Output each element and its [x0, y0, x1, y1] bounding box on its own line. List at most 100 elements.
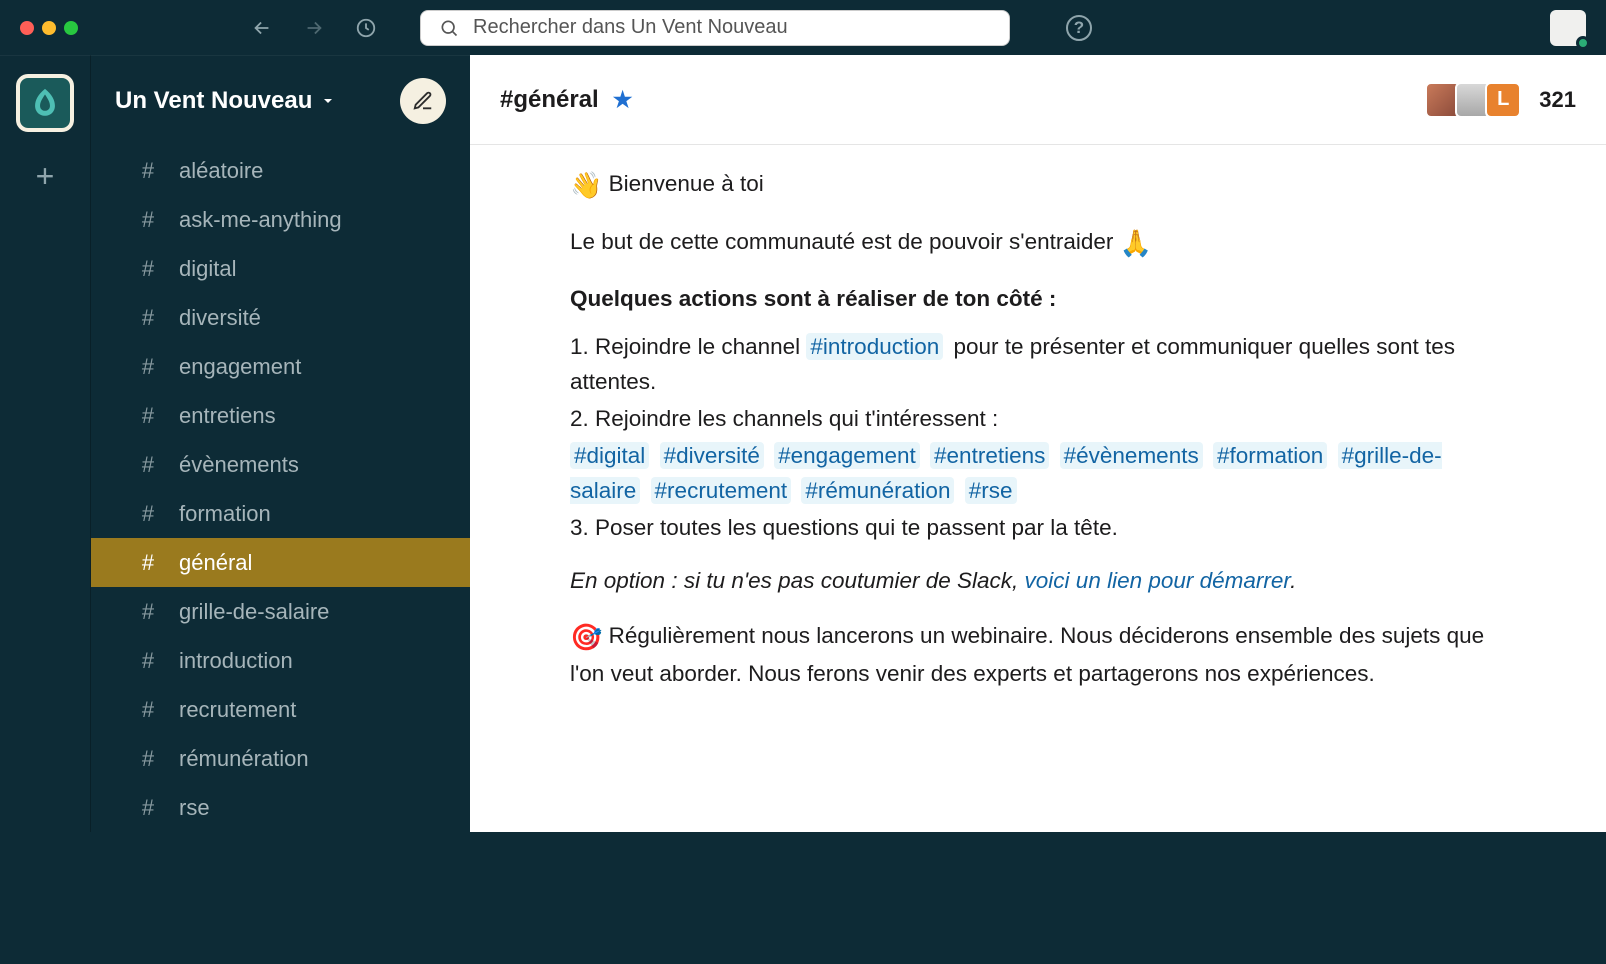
channel-label: entretiens [179, 403, 276, 429]
channel-mention[interactable]: #introduction [806, 333, 943, 360]
channel-mention[interactable]: #engagement [774, 442, 920, 469]
message-line: Le but de cette communauté est de pouvoi… [570, 223, 1486, 263]
channel-label: grille-de-salaire [179, 599, 329, 625]
channel-mention-row: #digital #diversité #engagement #entreti… [570, 439, 1486, 509]
channel-label: digital [179, 256, 236, 282]
hash-icon: # [139, 550, 157, 576]
add-workspace-button[interactable]: + [36, 160, 55, 192]
sidebar-channel-aleatoire[interactable]: # aléatoire [91, 146, 470, 195]
channel-label: rémunération [179, 746, 309, 772]
workspace-icon[interactable] [16, 74, 74, 132]
top-toolbar: Rechercher dans Un Vent Nouveau ? [0, 0, 1606, 55]
compose-icon [412, 90, 434, 112]
hash-icon: # [139, 305, 157, 331]
sidebar-channel-ask-me-anything[interactable]: #ask-me-anything [91, 195, 470, 244]
channel-mention[interactable]: #rémunération [801, 477, 954, 504]
presence-indicator-icon [1576, 36, 1590, 50]
message-list-item: 1. Rejoindre le channel #introduction po… [570, 330, 1486, 400]
arrow-left-icon [251, 17, 273, 39]
message-heading: Quelques actions sont à réaliser de ton … [570, 282, 1486, 317]
user-avatar[interactable] [1550, 10, 1586, 46]
maximize-window-icon[interactable] [64, 21, 78, 35]
minimize-window-icon[interactable] [42, 21, 56, 35]
channel-mention[interactable]: #diversité [660, 442, 764, 469]
channel-title: #général [500, 86, 599, 114]
workspace-header: Un Vent Nouveau [91, 56, 470, 146]
hash-icon: # [139, 158, 157, 184]
star-icon[interactable]: ★ [613, 87, 633, 113]
message-line: 👋 Bienvenue à toi [570, 165, 1486, 205]
hash-icon: # [139, 354, 157, 380]
channel-mention[interactable]: #formation [1213, 442, 1327, 469]
help-button[interactable]: ? [1066, 15, 1092, 41]
channel-label: général [179, 550, 252, 576]
hash-icon: # [139, 403, 157, 429]
link[interactable]: voici un lien pour démarrer [1025, 568, 1291, 593]
search-input[interactable]: Rechercher dans Un Vent Nouveau [420, 10, 1010, 46]
channel-mention[interactable]: #entretiens [930, 442, 1049, 469]
channel-label: introduction [179, 648, 293, 674]
sidebar-channel-general[interactable]: # général [91, 538, 470, 587]
sidebar-channel-entretiens[interactable]: # entretiens [91, 391, 470, 440]
target-emoji-icon: 🎯 [570, 617, 602, 657]
history-button[interactable] [348, 10, 384, 46]
workspace-name: Un Vent Nouveau [115, 87, 312, 115]
sidebar-channel-evenements[interactable]: # évènements [91, 440, 470, 489]
message-list-item: 3. Poser toutes les questions qui te pas… [570, 511, 1486, 546]
channel-label: formation [179, 501, 271, 527]
chevron-down-icon [320, 93, 336, 109]
message-list-item: 2. Rejoindre les channels qui t'intéress… [570, 402, 1486, 437]
hash-icon: # [139, 795, 157, 821]
sidebar-channel-introduction[interactable]: # introduction [91, 636, 470, 685]
message-line: En option : si tu n'es pas coutumier de … [570, 564, 1486, 599]
search-placeholder: Rechercher dans Un Vent Nouveau [473, 16, 788, 39]
channel-label: rse [179, 795, 210, 821]
hash-icon: # [139, 452, 157, 478]
sidebar-channel-digital[interactable]: # digital [91, 244, 470, 293]
workspace-rail: + [0, 55, 90, 832]
sidebar-channel-engagement[interactable]: #engagement [91, 342, 470, 391]
channel-title-wrap[interactable]: #général ★ [500, 86, 632, 114]
channel-mention[interactable]: #évènements [1060, 442, 1203, 469]
sidebar-channel-formation[interactable]: # formation [91, 489, 470, 538]
close-window-icon[interactable] [20, 21, 34, 35]
member-avatar-stack[interactable]: L [1425, 82, 1521, 118]
channel-label: recrutement [179, 697, 296, 723]
workspace-switcher[interactable]: Un Vent Nouveau [115, 87, 336, 115]
message-line: 🎯 Régulièrement nous lancerons un webina… [570, 617, 1486, 692]
hash-icon: # [139, 648, 157, 674]
search-icon [439, 18, 459, 38]
sidebar-channel-recrutement[interactable]: # recrutement [91, 685, 470, 734]
hash-icon: # [139, 256, 157, 282]
channel-label: aléatoire [179, 158, 263, 184]
message-list: 👋 Bienvenue à toi Le but de cette commun… [470, 145, 1606, 832]
clock-icon [355, 17, 377, 39]
wave-emoji-icon: 👋 [570, 165, 602, 205]
back-button[interactable] [244, 10, 280, 46]
channel-label: diversité [179, 305, 261, 331]
sidebar-channel-remuneration[interactable]: # rémunération [91, 734, 470, 783]
channel-label: évènements [179, 452, 299, 478]
hash-icon: # [139, 501, 157, 527]
hash-icon: # [139, 599, 157, 625]
sidebar-channel-rse[interactable]: # rse [91, 783, 470, 832]
member-count: 321 [1539, 87, 1576, 113]
channel-mention[interactable]: #rse [965, 477, 1017, 504]
channel-list: #aléatoire#ask-me-anything#digital#diver… [91, 146, 470, 832]
hash-icon: # [139, 697, 157, 723]
channel-label: ask-me-anything [179, 207, 342, 233]
pray-emoji-icon: 🙏 [1120, 223, 1152, 263]
forward-button[interactable] [296, 10, 332, 46]
sidebar: Un Vent Nouveau #aléatoire#ask-me-anythi… [90, 55, 470, 832]
channel-mention[interactable]: #digital [570, 442, 649, 469]
compose-button[interactable] [400, 78, 446, 124]
member-avatar: L [1485, 82, 1521, 118]
sidebar-channel-diversite[interactable]: # diversité [91, 293, 470, 342]
channel-mention[interactable]: #recrutement [651, 477, 792, 504]
content-pane: #général ★ L 321 👋 Bienvenue à toi [470, 55, 1606, 832]
sidebar-channel-grille-de-salaire[interactable]: # grille-de-salaire [91, 587, 470, 636]
leaf-icon [28, 86, 62, 120]
window-controls [20, 21, 78, 35]
hash-icon: # [139, 746, 157, 772]
channel-header: #général ★ L 321 [470, 55, 1606, 145]
